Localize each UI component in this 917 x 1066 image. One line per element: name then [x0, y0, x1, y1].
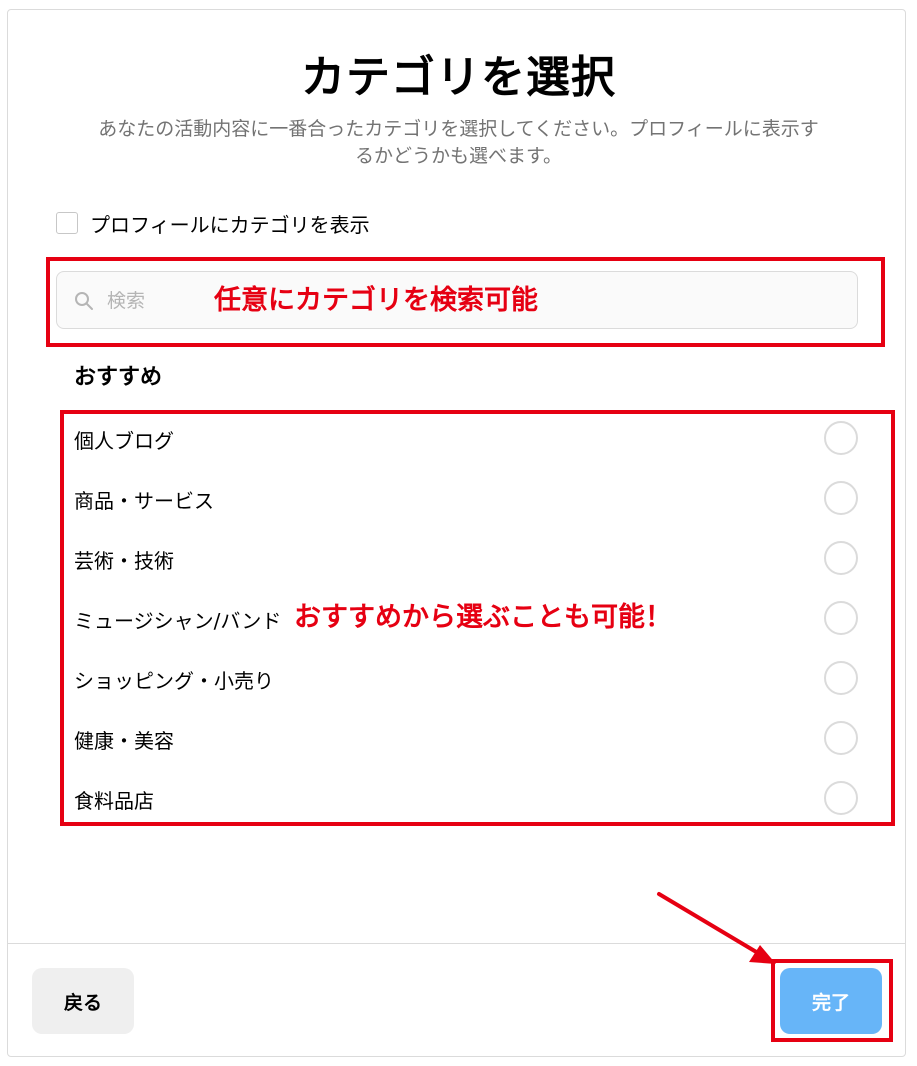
subtitle-line-1: あなたの活動内容に一番合ったカテゴリを選択してください。プロフィールに表示す — [98, 118, 819, 140]
dialog-subtitle: あなたの活動内容に一番合ったカテゴリを選択してください。プロフィールに表示す る… — [55, 116, 862, 170]
back-button[interactable]: 戻る — [32, 968, 134, 1034]
display-category-checkbox[interactable] — [56, 212, 78, 234]
recommended-title: おすすめ — [74, 365, 163, 390]
subtitle-line-2: るかどうかも選べます。 — [354, 145, 563, 167]
display-category-label: プロフィールにカテゴリを表示 — [90, 212, 370, 237]
search-annotation-text: 任意にカテゴリを検索可能 — [214, 285, 538, 316]
dialog-title: カテゴリを選択 — [301, 52, 616, 103]
list-annotation-text: おすすめから選ぶことも可能！ — [294, 602, 672, 633]
done-annotation-frame — [771, 959, 893, 1042]
display-category-toggle[interactable]: プロフィールにカテゴリを表示 — [56, 209, 370, 237]
arrow-icon — [657, 892, 776, 964]
